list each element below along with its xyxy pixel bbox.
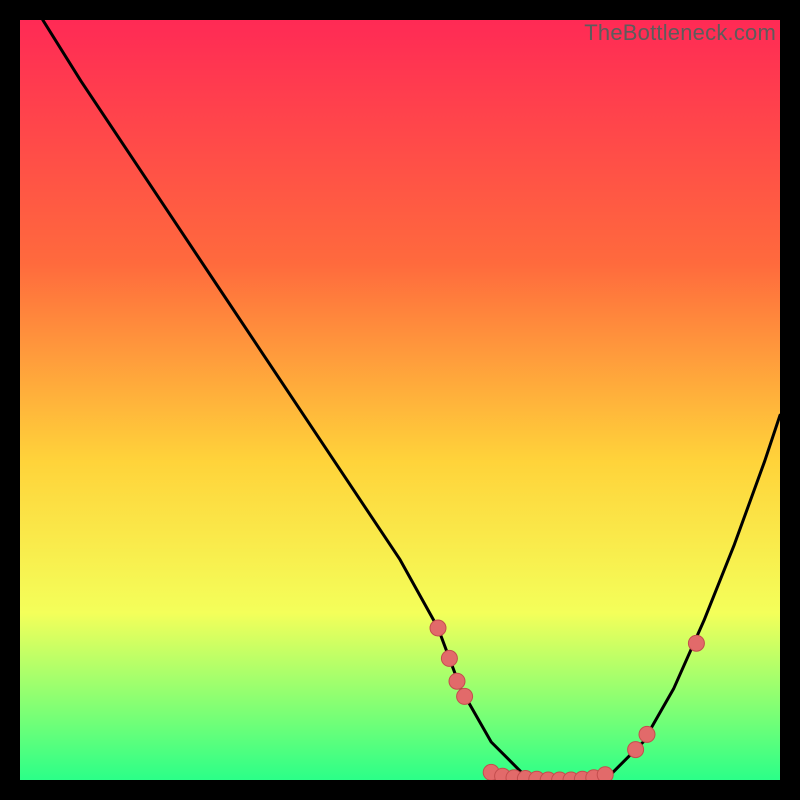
curve-marker: [639, 726, 655, 742]
curve-marker: [597, 767, 613, 780]
curve-marker: [441, 650, 457, 666]
curve-marker: [449, 673, 465, 689]
bottleneck-chart: [20, 20, 780, 780]
watermark-text: TheBottleneck.com: [584, 20, 776, 46]
curve-marker: [628, 742, 644, 758]
curve-marker: [430, 620, 446, 636]
gradient-background: [20, 20, 780, 780]
curve-marker: [457, 688, 473, 704]
chart-frame: TheBottleneck.com: [20, 20, 780, 780]
curve-marker: [688, 635, 704, 651]
